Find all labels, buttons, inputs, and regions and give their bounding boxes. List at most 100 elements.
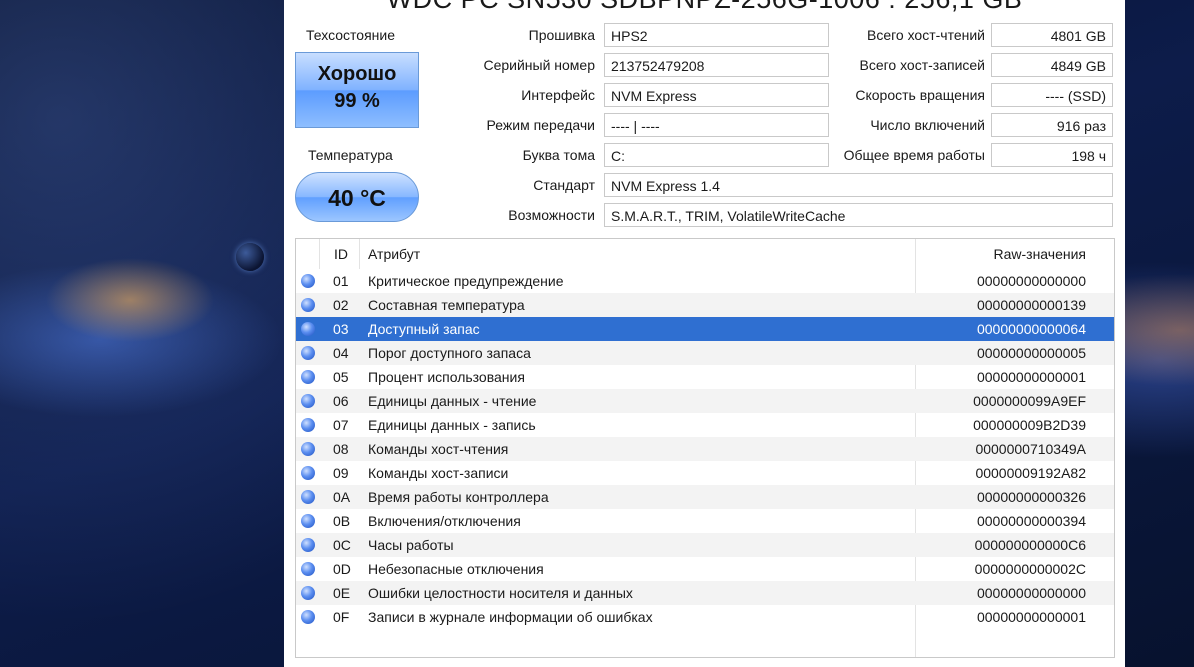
attribute-name: Составная температура [368,297,525,313]
attribute-raw-value: 00000000000139 [976,297,1086,313]
attribute-raw-value: 00000000000001 [976,609,1086,625]
table-row[interactable]: 0F Записи в журнале информации об ошибках… [296,605,1114,629]
status-dot-icon [301,298,315,312]
table-row[interactable]: 07 Единицы данных - запись 000000009B2D39 [296,413,1114,437]
drive-letter-label: Буква тома [522,147,595,163]
attribute-id: 01 [333,273,349,289]
smart-attributes-table[interactable]: ID Атрибут Raw-значения 01 Критическое пр… [295,238,1115,658]
attribute-id: 05 [333,369,349,385]
status-dot-icon [301,370,315,384]
column-divider [359,239,360,269]
attribute-raw-value: 000000009B2D39 [973,417,1086,433]
status-dot-icon [301,514,315,528]
standard-field: NVM Express 1.4 [604,173,1113,197]
column-divider [319,239,320,269]
standard-label: Стандарт [533,177,595,193]
attribute-raw-value: 00000000000394 [976,513,1086,529]
attribute-id: 0E [333,585,351,601]
table-row[interactable]: 01 Критическое предупреждение 000000000000… [296,269,1114,293]
drive-letter-field: C: [604,143,829,167]
power-on-count-label: Число включений [870,117,985,133]
table-body: 01 Критическое предупреждение 000000000000… [296,269,1114,629]
status-dot-icon [301,562,315,576]
features-label: Возможности [508,207,595,223]
table-row[interactable]: 04 Порог доступного запаса 00000000000005 [296,341,1114,365]
power-on-hours-label: Общее время работы [843,147,985,163]
attribute-name: Ошибки целостности носителя и данных [368,585,633,601]
table-row[interactable]: 0D Небезопасные отключения 0000000000002C [296,557,1114,581]
attribute-raw-value: 00000000000000 [976,585,1086,601]
header-attribute[interactable]: Атрибут [368,239,420,269]
attribute-name: Время работы контроллера [368,489,549,505]
table-row[interactable]: 0E Ошибки целостности носителя и данных 00… [296,581,1114,605]
host-reads-label: Всего хост-чтений [866,27,985,43]
table-row[interactable]: 03 Доступный запас 00000000000064 [296,317,1114,341]
attribute-name: Единицы данных - чтение [368,393,537,409]
table-row[interactable]: 08 Команды хост-чтения 0000000710349A [296,437,1114,461]
attribute-id: 0C [333,537,351,553]
attribute-raw-value: 00000009192A82 [975,465,1086,481]
rotation-speed-label: Скорость вращения [855,87,985,103]
power-on-hours-field: 198 ч [991,143,1113,167]
attribute-id: 04 [333,345,349,361]
health-status-button[interactable]: Хорошо 99 % [295,52,419,128]
attribute-name: Порог доступного запаса [368,345,531,361]
attribute-id: 0F [333,609,350,625]
status-dot-icon [301,490,315,504]
interface-field: NVM Express [604,83,829,107]
attribute-name: Небезопасные отключения [368,561,544,577]
status-dot-icon [301,274,315,288]
table-row[interactable]: 02 Составная температура 00000000000139 [296,293,1114,317]
health-label: Техсостояние [306,27,395,43]
table-row[interactable]: 05 Процент использования 00000000000001 [296,365,1114,389]
transfer-mode-label: Режим передачи [486,117,595,133]
status-dot-icon [301,394,315,408]
table-row[interactable]: 0B Включения/отключения 00000000000394 [296,509,1114,533]
attribute-raw-value: 0000000000002C [974,561,1086,577]
attribute-id: 0D [333,561,351,577]
attribute-name: Включения/отключения [368,513,521,529]
attribute-name: Записи в журнале информации об ошибках [368,609,653,625]
serial-label: Серийный номер [483,57,595,73]
status-dot-icon [301,322,315,336]
firmware-label: Прошивка [528,27,595,43]
table-row[interactable]: 06 Единицы данных - чтение 0000000099A9EF [296,389,1114,413]
attribute-name: Критическое предупреждение [368,273,564,289]
attribute-id: 03 [333,321,349,337]
header-raw-values[interactable]: Raw-значения [993,239,1086,269]
attribute-id: 09 [333,465,349,481]
health-percent: 99 % [334,90,380,112]
attribute-raw-value: 00000000000000 [976,273,1086,289]
attribute-raw-value: 0000000710349A [975,441,1086,457]
attribute-id: 0B [333,513,351,529]
status-dot-icon [301,418,315,432]
attribute-raw-value: 00000000000064 [976,321,1086,337]
table-header: ID Атрибут Raw-значения [296,239,1114,269]
status-dot-icon [301,346,315,360]
attribute-id: 07 [333,417,349,433]
status-dot-icon [301,538,315,552]
wallpaper-planet [236,243,264,271]
crystaldiskinfo-window: WDC PC SN530 SDBPNPZ-256G-1006 : 256,1 G… [284,0,1125,667]
rotation-speed-field: ---- (SSD) [991,83,1113,107]
attribute-raw-value: 000000000000C6 [974,537,1086,553]
attribute-raw-value: 00000000000001 [976,369,1086,385]
attribute-raw-value: 0000000099A9EF [973,393,1086,409]
serial-field: 213752479208 [604,53,829,77]
power-on-count-field: 916 раз [991,113,1113,137]
temperature-label: Температура [308,147,393,163]
attribute-raw-value: 00000000000005 [976,345,1086,361]
attribute-name: Команды хост-записи [368,465,509,481]
attribute-name: Процент использования [368,369,525,385]
interface-label: Интерфейс [521,87,595,103]
attribute-raw-value: 00000000000326 [976,489,1086,505]
header-id[interactable]: ID [334,239,348,269]
attribute-name: Команды хост-чтения [368,441,509,457]
temperature-button[interactable]: 40 °C [295,172,419,222]
table-row[interactable]: 0A Время работы контроллера 00000000000326 [296,485,1114,509]
table-row[interactable]: 09 Команды хост-записи 00000009192A82 [296,461,1114,485]
attribute-id: 08 [333,441,349,457]
status-dot-icon [301,586,315,600]
table-row[interactable]: 0C Часы работы 000000000000C6 [296,533,1114,557]
attribute-id: 02 [333,297,349,313]
